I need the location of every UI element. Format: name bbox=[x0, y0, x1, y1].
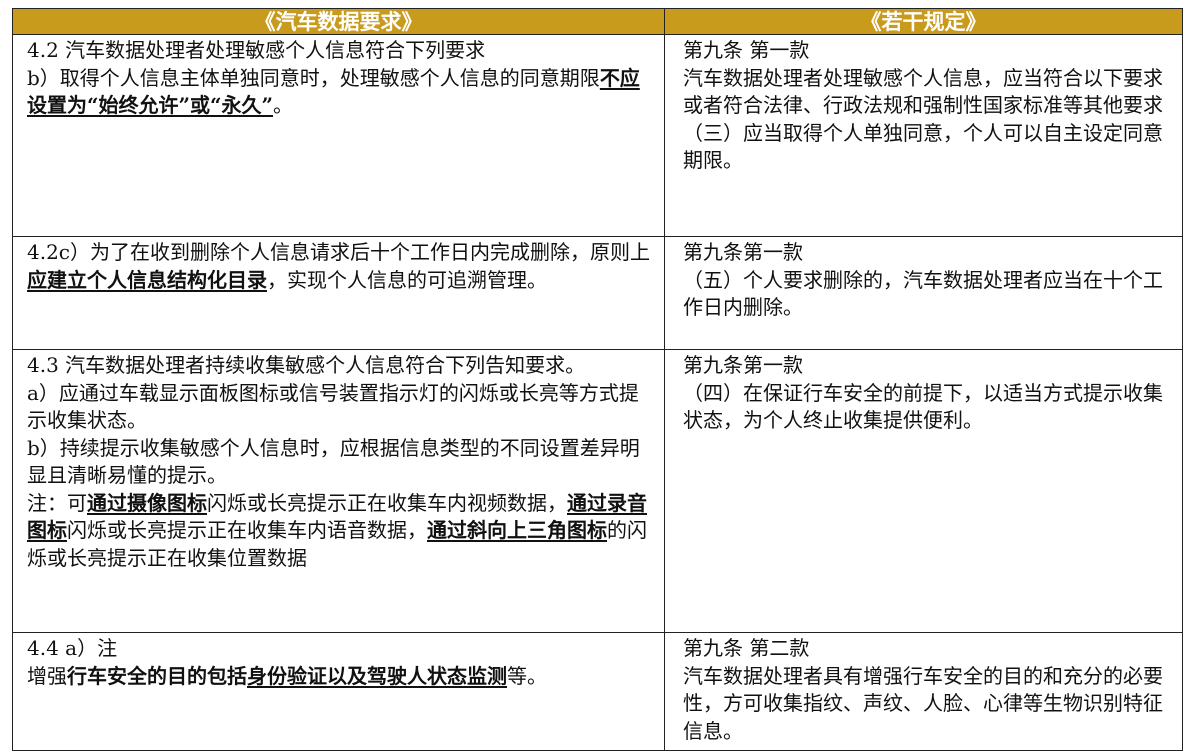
bold-text: 行车安全的目的包括 bbox=[67, 663, 247, 688]
emphasis-text: 应建立个人信息结构化目录 bbox=[27, 267, 267, 292]
text-run: 。 bbox=[273, 93, 294, 117]
clause-heading: 4.4 a）注 bbox=[27, 636, 118, 660]
table-row: 4.4 a）注 增强行车安全的目的包括身份验证以及驾驶人状态监测等。 第九条 第… bbox=[12, 632, 1183, 751]
cell-requirement: 4.2c）为了在收到删除个人信息请求后十个工作日内完成删除，原则上应建立个人信息… bbox=[12, 236, 665, 350]
article-text: 汽车数据处理者具有增强行车安全的目的和充分的必要性，方可收集指纹、声纹、人脸、心… bbox=[683, 663, 1163, 743]
text-run: 注：可 bbox=[27, 490, 87, 515]
clause-note: 注：可通过摄像图标闪烁或长亮提示正在收集车内视频数据，通过录音图标闪烁或长亮提示… bbox=[27, 490, 658, 573]
article-text: （五）个人要求删除的，汽车数据处理者应当在十个工作日内删除。 bbox=[683, 267, 1163, 320]
article-title: 第九条 第二款 bbox=[683, 636, 810, 660]
cell-provision: 第九条 第二款 汽车数据处理者具有增强行车安全的目的和充分的必要性，方可收集指纹… bbox=[664, 632, 1183, 751]
clause-text: b）取得个人信息主体单独同意时，处理敏感个人信息的同意期限不应设置为“始终允许”… bbox=[27, 65, 658, 120]
cell-requirement: 4.2 汽车数据处理者处理敏感个人信息符合下列要求 b）取得个人信息主体单独同意… bbox=[12, 34, 665, 237]
article-text: （三）应当取得个人单独同意，个人可以自主设定同意期限。 bbox=[683, 120, 1163, 173]
header-auto-data-requirements: 《汽车数据要求》 bbox=[12, 8, 665, 35]
article-text: 汽车数据处理者处理敏感个人信息，应当符合以下要求或者符合法律、行政法规和强制性国… bbox=[683, 65, 1163, 118]
article-title: 第九条第一款 bbox=[683, 353, 803, 377]
article-text: （四）在保证行车安全的前提下，以适当方式提示收集状态，为个人终止收集提供便利。 bbox=[683, 380, 1163, 433]
clause-text: 4.2c）为了在收到删除个人信息请求后十个工作日内完成删除，原则上应建立个人信息… bbox=[27, 239, 658, 294]
emphasis-text: 通过斜向上三角图标 bbox=[427, 518, 607, 542]
text-run: 4.2c）为了在收到删除个人信息请求后十个工作日内完成删除，原则上 bbox=[27, 240, 651, 264]
cell-provision: 第九条第一款 （五）个人要求删除的，汽车数据处理者应当在十个工作日内删除。 bbox=[664, 236, 1183, 350]
cell-requirement: 4.4 a）注 增强行车安全的目的包括身份验证以及驾驶人状态监测等。 bbox=[12, 632, 665, 751]
text-run: 等。 bbox=[507, 663, 547, 688]
clause-text: 增强行车安全的目的包括身份验证以及驾驶人状态监测等。 bbox=[27, 663, 658, 691]
clause-text: a）应通过车载显示面板图标或信号装置指示灯的闪烁或长亮等方式提示收集状态。 bbox=[27, 380, 639, 433]
table-header-row: 《汽车数据要求》 《若干规定》 bbox=[12, 8, 1183, 35]
clause-heading: 4.2 汽车数据处理者处理敏感个人信息符合下列要求 bbox=[27, 38, 486, 62]
text-run: 闪烁或长亮提示正在收集车内语音数据， bbox=[67, 518, 427, 542]
table-row: 4.3 汽车数据处理者持续收集敏感个人信息符合下列告知要求。 a）应通过车载显示… bbox=[12, 349, 1183, 633]
text-run: 增强 bbox=[27, 663, 67, 688]
emphasis-text: 通过摄像图标 bbox=[87, 490, 207, 515]
comparison-table: 《汽车数据要求》 《若干规定》 4.2 汽车数据处理者处理敏感个人信息符合下列要… bbox=[12, 8, 1183, 751]
article-title: 第九条 第一款 bbox=[683, 38, 810, 62]
header-several-provisions: 《若干规定》 bbox=[664, 8, 1183, 35]
cell-requirement: 4.3 汽车数据处理者持续收集敏感个人信息符合下列告知要求。 a）应通过车载显示… bbox=[12, 349, 665, 633]
text-run: ，实现个人信息的可追溯管理。 bbox=[267, 267, 547, 292]
text-run: b）取得个人信息主体单独同意时，处理敏感个人信息的同意期限 bbox=[27, 65, 600, 90]
clause-text: b）持续提示收集敏感个人信息时，应根据信息类型的不同设置差异明显且清晰易懂的提示… bbox=[27, 435, 640, 488]
text-run: 闪烁或长亮提示正在收集车内视频数据， bbox=[207, 490, 567, 515]
comparison-table-wrapper: 《汽车数据要求》 《若干规定》 4.2 汽车数据处理者处理敏感个人信息符合下列要… bbox=[12, 8, 1183, 751]
emphasis-text: 身份验证以及驾驶人状态监测 bbox=[247, 663, 507, 688]
table-row: 4.2 汽车数据处理者处理敏感个人信息符合下列要求 b）取得个人信息主体单独同意… bbox=[12, 34, 1183, 237]
article-title: 第九条第一款 bbox=[683, 240, 803, 264]
cell-provision: 第九条 第一款 汽车数据处理者处理敏感个人信息，应当符合以下要求或者符合法律、行… bbox=[664, 34, 1183, 237]
table-row: 4.2c）为了在收到删除个人信息请求后十个工作日内完成删除，原则上应建立个人信息… bbox=[12, 236, 1183, 350]
clause-heading: 4.3 汽车数据处理者持续收集敏感个人信息符合下列告知要求。 bbox=[27, 353, 586, 377]
cell-provision: 第九条第一款 （四）在保证行车安全的前提下，以适当方式提示收集状态，为个人终止收… bbox=[664, 349, 1183, 633]
